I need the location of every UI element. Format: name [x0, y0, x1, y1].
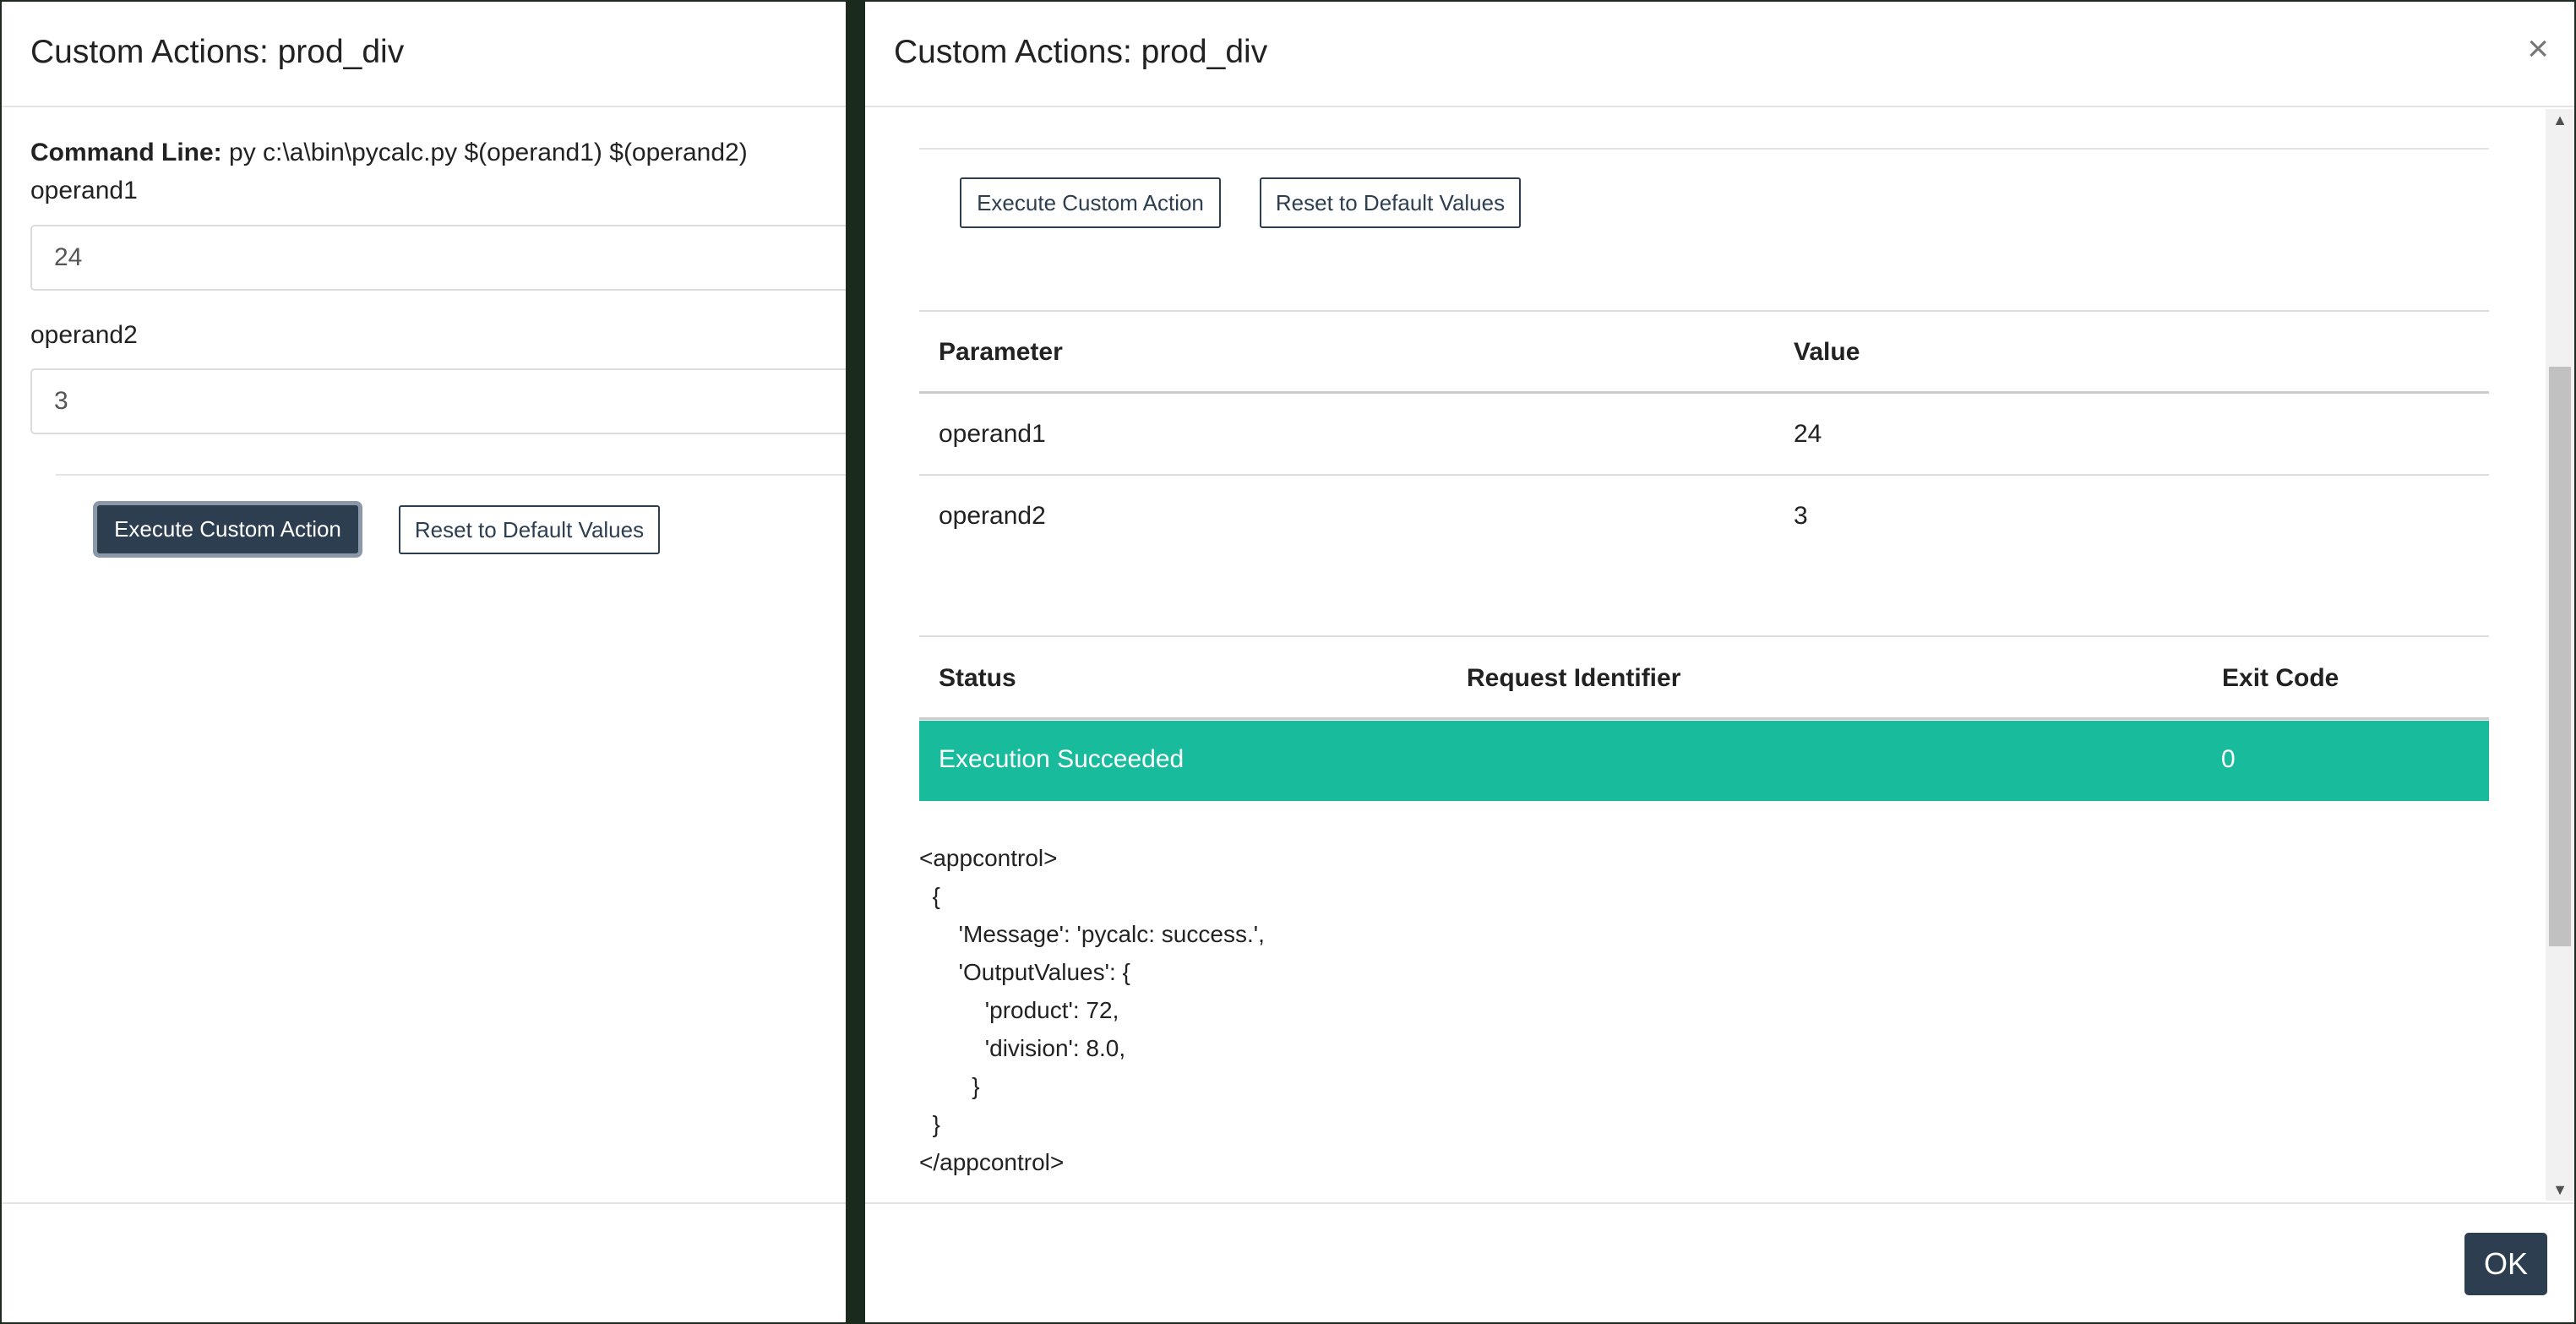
params-header-parameter: Parameter: [939, 338, 1063, 366]
output-line: <appcontrol>: [919, 845, 1058, 871]
left-divider: [56, 474, 846, 476]
left-modal-header: Custom Actions: prod_div: [2, 2, 846, 107]
right-top-divider: [919, 148, 2489, 150]
command-line: Command Line: py c:\a\bin\pycalc.py $(op…: [30, 139, 748, 167]
output-line: }: [919, 1073, 980, 1099]
command-line-label: Command Line:: [30, 139, 222, 166]
output-line: 'OutputValues': {: [919, 959, 1130, 985]
status-table-top-border: [919, 635, 2489, 637]
exit-code-value: 0: [2221, 745, 2236, 773]
status-header-request-identifier: Request Identifier: [1467, 664, 1681, 692]
output-line: 'division': 8.0,: [919, 1035, 1126, 1061]
params-row-border: [919, 474, 2489, 476]
left-modal: Custom Actions: prod_div Command Line: p…: [0, 0, 847, 1324]
status-header-border: [919, 717, 2489, 720]
scroll-down-icon[interactable]: ▼: [2546, 1179, 2574, 1201]
left-modal-title: Custom Actions: prod_div: [30, 34, 405, 70]
params-header-border: [919, 391, 2489, 394]
operand2-label: operand2: [30, 321, 138, 349]
output-line: {: [919, 883, 940, 909]
command-line-value: py c:\a\bin\pycalc.py $(operand1) $(oper…: [221, 139, 748, 166]
left-modal-footer: [2, 1202, 846, 1322]
right-reset-button[interactable]: Reset to Default Values: [1260, 177, 1521, 228]
output-line: 'product': 72,: [919, 997, 1119, 1023]
operand1-input[interactable]: [30, 225, 846, 291]
close-icon[interactable]: ×: [2527, 30, 2549, 68]
right-modal-footer: OK: [865, 1202, 2574, 1322]
output-line: 'Message': 'pycalc: success.',: [919, 921, 1265, 947]
params-table-top-border: [919, 310, 2489, 312]
params-header-value: Value: [1794, 338, 1860, 366]
operand1-label: operand1: [30, 177, 138, 204]
vertical-scrollbar[interactable]: ▲ ▼: [2546, 109, 2574, 1201]
scroll-up-icon[interactable]: ▲: [2546, 109, 2574, 131]
status-header-exit-code: Exit Code: [2222, 664, 2339, 692]
scroll-thumb[interactable]: [2549, 367, 2571, 946]
ok-button[interactable]: OK: [2464, 1233, 2547, 1295]
right-modal-header: Custom Actions: prod_div ×: [865, 2, 2574, 107]
status-header-status: Status: [939, 664, 1016, 692]
right-execute-button[interactable]: Execute Custom Action: [960, 177, 1221, 228]
output-line: }: [919, 1111, 940, 1137]
status-value: Execution Succeeded: [939, 745, 1185, 773]
operand2-input[interactable]: [30, 368, 846, 434]
params-row-2-name: operand2: [939, 502, 1046, 530]
params-row-2-value: 3: [1794, 502, 1808, 530]
params-row-1-name: operand1: [939, 420, 1046, 448]
right-modal-title: Custom Actions: prod_div: [894, 34, 1268, 70]
params-row-1-value: 24: [1794, 420, 1822, 448]
status-row-success: Execution Succeeded 0: [919, 721, 2489, 801]
left-execute-button[interactable]: Execute Custom Action: [97, 505, 358, 553]
output-line: </appcontrol>: [919, 1149, 1065, 1175]
left-reset-button[interactable]: Reset to Default Values: [399, 505, 660, 554]
